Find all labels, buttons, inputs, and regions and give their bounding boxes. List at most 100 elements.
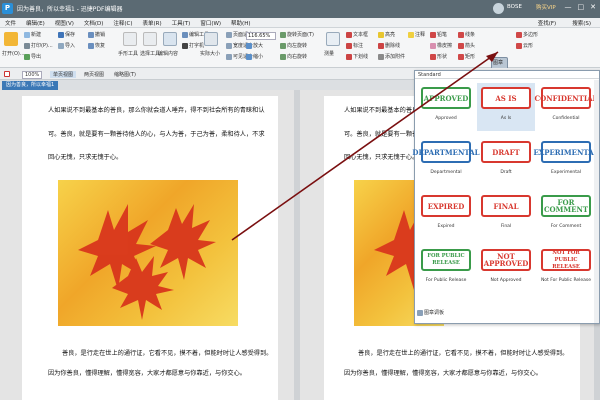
zoom-in-button[interactable]: 放大 — [246, 42, 263, 49]
minimize-icon[interactable]: — — [565, 3, 572, 11]
redo-button[interactable]: 恢复 — [88, 42, 105, 49]
menu-item-8[interactable]: 帮助(H) — [226, 19, 255, 27]
stamp-departmental[interactable]: DEPARTMENTAL Departmental — [412, 137, 480, 185]
polygon-label: 多边形 — [523, 32, 539, 38]
menu-item-3[interactable]: 文档(D) — [79, 19, 109, 27]
shapes-label: 形状 — [437, 54, 448, 60]
textbox-button[interactable]: 文本框 — [346, 31, 368, 38]
new-icon — [24, 31, 30, 38]
pdf-page-left[interactable]: 人如果说不到最基本的善良，那么你就会道人唾弃，得不到社会所有的青睐和认 可。善良… — [22, 96, 278, 400]
stamp-palette-scrollbar[interactable] — [594, 80, 599, 323]
stamp-graphic: APPROVED — [421, 87, 471, 109]
hand-tool-icon[interactable] — [123, 32, 137, 46]
cloud-icon — [516, 42, 522, 49]
stamp-label: As Is — [500, 116, 512, 121]
edit-content-icon[interactable] — [163, 32, 177, 46]
stamp-label: Confidential — [552, 116, 580, 121]
zoom-select[interactable]: 100% — [22, 71, 43, 79]
stamp-for-comment[interactable]: FOR COMMENT For Comment — [537, 191, 595, 239]
stamp-not-approved[interactable]: NOT APPROVED Not Approved — [477, 245, 535, 293]
rotate-right-button[interactable]: 向右旋转 — [280, 53, 307, 60]
underline-button[interactable]: 下划线 — [346, 53, 368, 60]
menu-item-7[interactable]: 窗口(W) — [195, 19, 226, 27]
stamp-expired[interactable]: EXPIRED Expired — [417, 191, 475, 239]
open-folder-icon[interactable] — [4, 32, 18, 46]
stamp-confidential[interactable]: CONFIDENTIAL Confidential — [535, 83, 597, 131]
rect-button[interactable]: 矩形 — [458, 53, 475, 60]
save-button[interactable]: 保存 — [58, 31, 75, 38]
eraser-button[interactable]: 橡皮擦 — [430, 42, 452, 49]
stamp-graphic: CONFIDENTIAL — [535, 87, 597, 109]
select-tool-button[interactable]: 选择工具 — [140, 50, 160, 57]
hand-tool-button[interactable]: 手形工具 — [118, 50, 138, 57]
undo-button[interactable]: 撤销 — [88, 31, 105, 38]
menu-item-6[interactable]: 工具(T) — [167, 19, 196, 27]
edit-content-button[interactable]: 编辑内容 — [158, 50, 178, 57]
stamp-for-public-release[interactable]: FOR PUBLIC RELEASE For Public Release — [417, 245, 475, 293]
menu-right-item-1[interactable]: 搜索(S) — [567, 19, 596, 27]
callout-button[interactable]: 标注 — [346, 42, 363, 49]
arrow-icon — [458, 42, 464, 49]
tab-document[interactable]: 因为善良，所以幸福1 — [2, 81, 59, 90]
user-name[interactable]: BOSE — [507, 4, 522, 10]
measure-button[interactable]: 测量 — [324, 50, 334, 57]
rotate-page-button[interactable]: 旋转页面(T) — [280, 31, 314, 38]
new-button[interactable]: 新建 — [24, 31, 41, 38]
stamp-palette: Standard APPROVED Approved AS IS As Is CONFI… — [412, 70, 600, 324]
color-picker[interactable] — [4, 71, 11, 78]
line-button[interactable]: 线条 — [458, 31, 475, 38]
menu-item-4[interactable]: 注释(C) — [108, 19, 137, 27]
buy-vip-link[interactable]: 购买VIP — [536, 3, 556, 11]
actual-size-icon[interactable] — [204, 32, 218, 46]
stamp-palette-icon — [417, 309, 423, 316]
stamp-as-is[interactable]: AS IS As Is — [477, 83, 535, 131]
pencil-icon — [430, 31, 436, 38]
stamp-experimental[interactable]: EXPERIMENTAL Experimental — [533, 137, 599, 185]
open-button[interactable]: 打开(O)... — [2, 50, 25, 57]
actual-size-button[interactable]: 实际大小 — [200, 50, 220, 57]
attach-button[interactable]: 添加附件 — [378, 53, 405, 60]
pencil-button[interactable]: 铅笔 — [430, 31, 447, 38]
note-button[interactable]: 注释 — [408, 31, 425, 38]
stamp-label: For Public Release — [425, 278, 467, 283]
avatar[interactable] — [493, 3, 504, 14]
rotate-left-button[interactable]: 向左旋转 — [280, 42, 307, 49]
stamp-final[interactable]: FINAL Final — [477, 191, 535, 239]
zoom-input[interactable]: 116.65% — [246, 32, 276, 40]
para2-line2-right: 因为你善良，懂得理解，懂得宽容，大家才都愿意与你靠近，与你交心。 — [344, 370, 542, 377]
stamp-draft[interactable]: DRAFT Draft — [477, 137, 535, 185]
polygon-button[interactable]: 多边形 — [516, 31, 538, 38]
arrow-button[interactable]: 箭头 — [458, 42, 475, 49]
thumbnails-button[interactable]: 缩略图(T) — [114, 71, 136, 78]
stamp-not-for-public-release[interactable]: NOT FOR PUBLIC RELEASE Not For Public Rel… — [537, 245, 595, 293]
close-icon[interactable]: ✕ — [590, 3, 596, 11]
stamp-approved[interactable]: APPROVED Approved — [417, 83, 475, 131]
menu-right-item-0[interactable]: 查找(F) — [533, 19, 561, 27]
window-controls: — □ ✕ — [565, 3, 597, 11]
export-button[interactable]: 导出 — [24, 53, 41, 60]
stamp-palette-footer[interactable]: 图章调板 — [417, 309, 444, 316]
measure-icon[interactable] — [326, 32, 340, 46]
select-tool-icon[interactable] — [143, 32, 157, 46]
typewriter-button[interactable]: 打字机 — [182, 42, 204, 49]
fit-width-icon — [226, 42, 232, 49]
strikeout-button[interactable]: 删除线 — [378, 42, 400, 49]
menu-item-1[interactable]: 编辑(E) — [21, 19, 50, 27]
menu-item-0[interactable]: 文件 — [0, 19, 21, 27]
callout-icon — [346, 42, 352, 49]
textbox-label: 文本框 — [353, 32, 369, 38]
menu-item-5[interactable]: 表单(R) — [138, 19, 167, 27]
import-button[interactable]: 导入 — [58, 42, 75, 49]
two-page-view-button[interactable]: 两页视图 — [84, 71, 104, 78]
cloud-button[interactable]: 云形 — [516, 42, 533, 49]
app-logo-icon: P — [2, 3, 13, 14]
single-page-view-button[interactable]: 单页视图 — [50, 71, 77, 78]
menu-bar: 文件 编辑(E) 视图(V) 文档(D) 注释(C) 表单(R) 工具(T) 窗口(W) 帮助(… — [0, 18, 600, 28]
maple-leaf-icon — [78, 204, 216, 320]
highlight-button[interactable]: 高亮 — [378, 31, 395, 38]
maximize-icon[interactable]: □ — [578, 3, 585, 11]
menu-item-2[interactable]: 视图(V) — [50, 19, 79, 27]
shapes-button[interactable]: 形状 — [430, 53, 447, 60]
print-button[interactable]: 打印(P)... — [24, 42, 53, 49]
zoom-out-button[interactable]: 缩小 — [246, 53, 263, 60]
